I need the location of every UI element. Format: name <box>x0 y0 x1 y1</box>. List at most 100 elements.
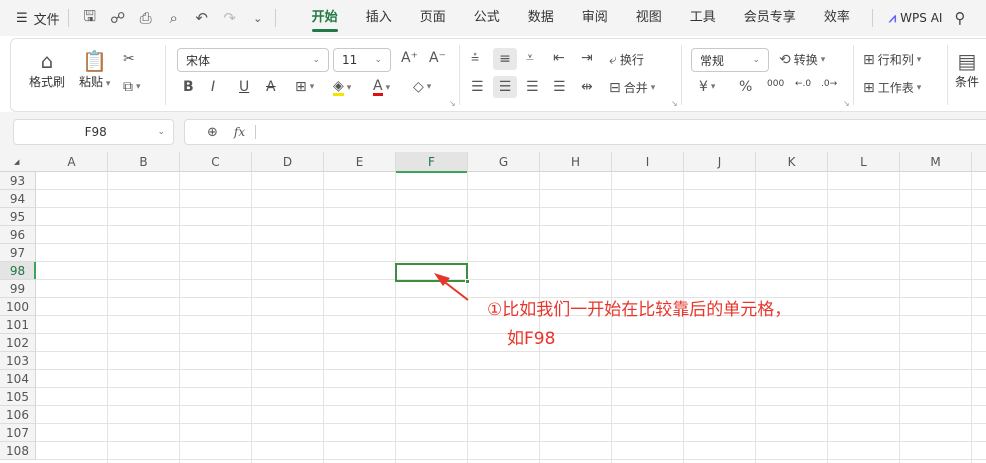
italic-button[interactable]: I <box>211 79 215 95</box>
font-color-button[interactable]: A ▾ <box>373 79 390 96</box>
column-header[interactable]: D <box>252 152 324 172</box>
row-header[interactable]: 94 <box>0 190 36 208</box>
tab-efficiency[interactable]: 效率 <box>810 0 864 36</box>
rows-cols-button[interactable]: ⊞ 行和列 ▾ <box>863 51 921 68</box>
row-header[interactable]: 97 <box>0 244 36 262</box>
column-header[interactable]: I <box>612 152 684 172</box>
link-icon[interactable]: ☍ <box>109 9 127 27</box>
undo-icon[interactable]: ↶ <box>193 9 211 27</box>
chevron-down-icon[interactable]: ⌄ <box>157 127 165 137</box>
align-center-button[interactable]: ☰ <box>493 76 517 98</box>
chevron-down-icon[interactable]: ⌄ <box>249 12 267 25</box>
conditional-format-button[interactable]: ▤ 条件 <box>955 49 979 90</box>
decrease-decimal-button[interactable]: .0→ <box>821 79 837 89</box>
tab-review[interactable]: 审阅 <box>568 0 622 36</box>
font-size-select[interactable]: 11 ⌄ <box>333 48 391 72</box>
active-cell[interactable] <box>395 263 470 284</box>
row-header[interactable]: 108 <box>0 442 36 460</box>
column-header[interactable]: E <box>324 152 396 172</box>
tab-data[interactable]: 数据 <box>514 0 568 36</box>
row-header[interactable]: 99 <box>0 280 36 298</box>
row-header[interactable]: 106 <box>0 406 36 424</box>
row-header[interactable]: 103 <box>0 352 36 370</box>
select-all-icon[interactable]: ◢ <box>14 158 19 166</box>
thousands-icon: 000 <box>767 79 785 89</box>
row-header[interactable]: 101 <box>0 316 36 334</box>
paste-button[interactable]: 📋 粘贴 ▾ <box>79 49 110 90</box>
currency-button[interactable]: ¥ ▾ <box>699 79 715 95</box>
column-header[interactable]: M <box>900 152 972 172</box>
row-header[interactable]: 105 <box>0 388 36 406</box>
thousands-button[interactable]: 000 <box>767 79 784 89</box>
column-header[interactable]: H <box>540 152 612 172</box>
decrease-indent-button[interactable]: ⇤ <box>553 50 565 66</box>
convert-button[interactable]: ⟲ 转换 ▾ <box>779 51 825 68</box>
merge-button[interactable]: ⊟ 合并 ▾ <box>609 79 655 96</box>
column-header[interactable]: C <box>180 152 252 172</box>
number-format-select[interactable]: 常规 ⌄ <box>691 48 769 72</box>
zoom-icon[interactable]: ⊕ <box>207 125 218 140</box>
distributed-button[interactable]: ⇹ <box>581 79 593 95</box>
copy-button[interactable]: ⧉ ▾ <box>123 79 141 95</box>
border-button[interactable]: ⊞ ▾ <box>295 79 314 95</box>
dialog-launcher-icon[interactable]: ↘ <box>671 99 678 108</box>
font-name-select[interactable]: 宋体 ⌄ <box>177 48 329 72</box>
tab-home[interactable]: 开始 <box>298 0 352 36</box>
align-left-button[interactable]: ☰ <box>471 79 484 95</box>
name-box[interactable]: F98 ⌄ <box>13 119 174 145</box>
align-middle-button[interactable]: ≡ <box>493 48 517 70</box>
row-header-selected[interactable]: 98 <box>0 262 36 280</box>
justify-button[interactable]: ☰ <box>553 79 566 95</box>
rows-cols-icon: ⊞ <box>863 51 875 68</box>
increase-decimal-button[interactable]: ←.0 <box>795 79 811 89</box>
fill-color-button[interactable]: ◈ ▾ <box>333 79 351 96</box>
row-header[interactable]: 107 <box>0 424 36 442</box>
column-header[interactable]: K <box>756 152 828 172</box>
percent-button[interactable]: % <box>739 79 752 95</box>
wps-ai-button[interactable]: ⩘ WPS AI <box>889 11 943 26</box>
tab-tools[interactable]: 工具 <box>676 0 730 36</box>
underline-button[interactable]: U <box>239 79 249 95</box>
tab-page[interactable]: 页面 <box>406 0 460 36</box>
clear-format-button[interactable]: ◇ ▾ <box>413 79 431 95</box>
dialog-launcher-icon[interactable]: ↘ <box>449 99 456 108</box>
row-header[interactable]: 96 <box>0 226 36 244</box>
search-icon[interactable]: ⚲ <box>954 9 965 27</box>
print-preview-icon[interactable]: ⌕ <box>165 9 183 27</box>
column-header[interactable]: G <box>468 152 540 172</box>
dialog-launcher-icon[interactable]: ↘ <box>843 99 850 108</box>
strikethrough-button[interactable]: A <box>266 79 276 95</box>
redo-icon[interactable]: ↷ <box>221 9 239 27</box>
row-header[interactable]: 93 <box>0 172 36 190</box>
align-bottom-button[interactable]: ⩡ <box>526 50 534 66</box>
increase-indent-button[interactable]: ⇥ <box>581 50 593 66</box>
bold-button[interactable]: B <box>183 79 194 95</box>
formula-input[interactable]: ⊕ fx <box>184 119 986 145</box>
align-right-button[interactable]: ☰ <box>526 79 539 95</box>
decrease-font-button[interactable]: A⁻ <box>429 50 446 66</box>
column-header[interactable]: J <box>684 152 756 172</box>
file-menu[interactable]: ☰ 文件 <box>16 9 60 28</box>
column-header[interactable]: B <box>108 152 180 172</box>
save-icon[interactable]: 🖫 <box>81 6 99 31</box>
row-header[interactable]: 104 <box>0 370 36 388</box>
worksheet-button[interactable]: ⊞ 工作表 ▾ <box>863 79 921 96</box>
row-header[interactable]: 95 <box>0 208 36 226</box>
format-painter-button[interactable]: ⌂ 格式刷 <box>29 49 65 90</box>
row-header[interactable]: 100 <box>0 298 36 316</box>
tab-view[interactable]: 视图 <box>622 0 676 36</box>
increase-font-button[interactable]: A⁺ <box>401 50 418 66</box>
cut-button[interactable]: ✂ <box>123 51 135 67</box>
column-header[interactable]: A <box>36 152 108 172</box>
tab-member[interactable]: 会员专享 <box>730 0 810 36</box>
align-top-button[interactable]: ⩮ <box>471 50 479 66</box>
column-header-selected[interactable]: F <box>396 152 468 173</box>
wrap-text-button[interactable]: ⤶ 换行 <box>609 51 644 68</box>
print-icon[interactable]: ⎙ <box>137 9 155 27</box>
fx-icon[interactable]: fx <box>234 125 245 139</box>
fill-handle[interactable] <box>465 279 470 284</box>
tab-insert[interactable]: 插入 <box>352 0 406 36</box>
row-header[interactable]: 102 <box>0 334 36 352</box>
column-header[interactable]: L <box>828 152 900 172</box>
tab-formula[interactable]: 公式 <box>460 0 514 36</box>
